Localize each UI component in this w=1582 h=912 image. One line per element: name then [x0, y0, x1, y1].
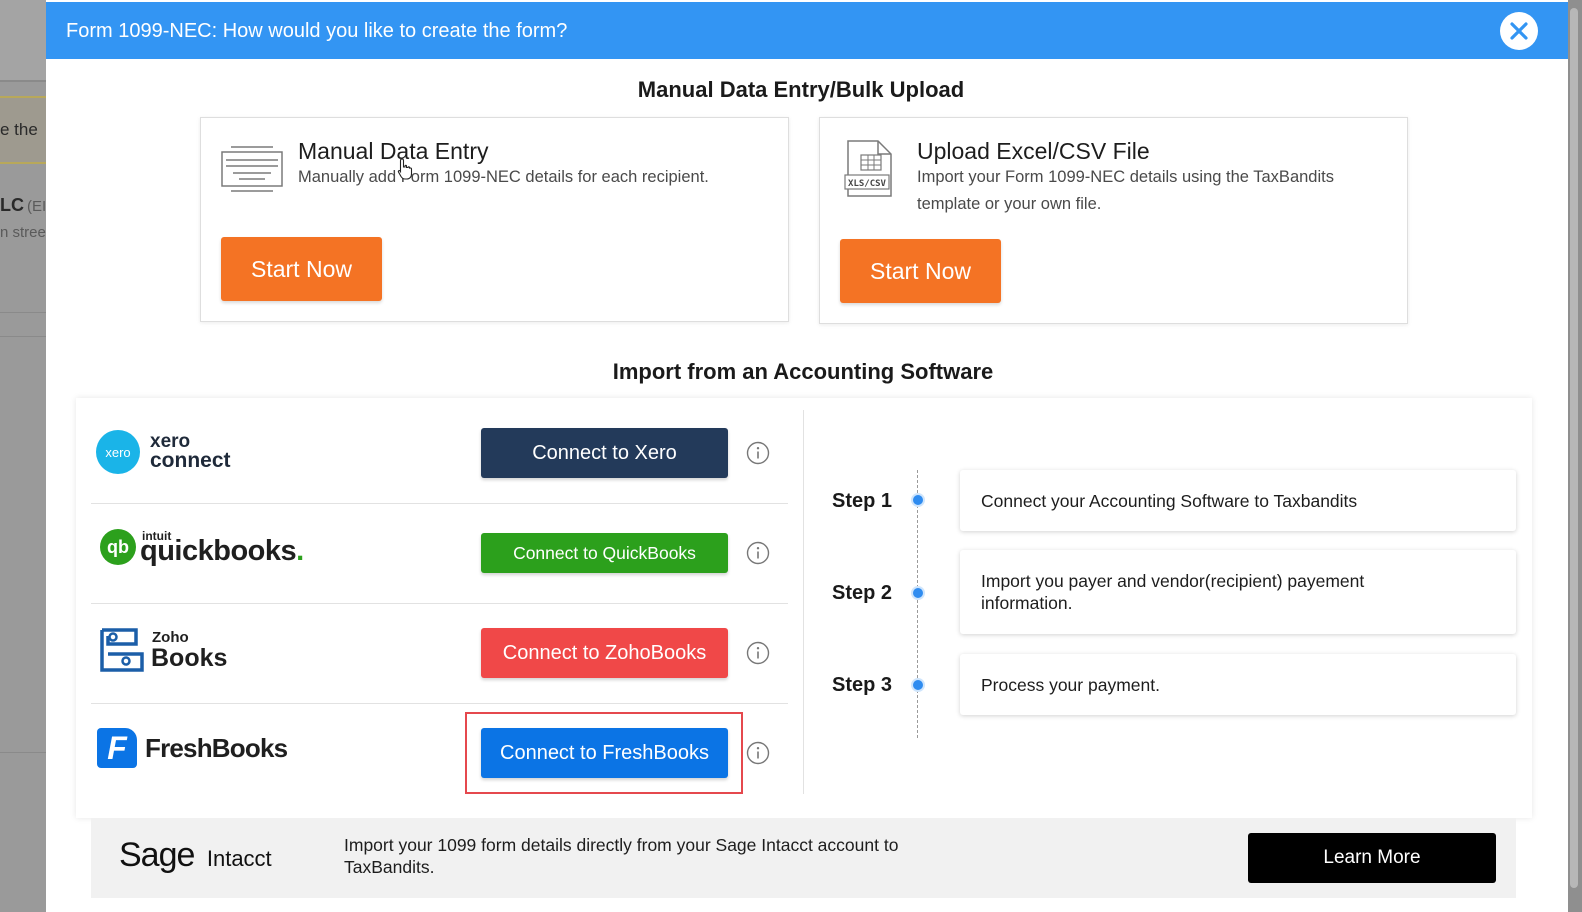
background-text: e the: [0, 120, 38, 139]
upload-file-start-button[interactable]: Start Now: [840, 239, 1001, 303]
connect-quickbooks-button[interactable]: Connect to QuickBooks: [481, 533, 728, 573]
accounting-section-title: Import from an Accounting Software: [612, 359, 994, 384]
zoho-books-logo: Zoho Books: [98, 626, 258, 676]
manual-entry-title: Manual Data Entry: [298, 138, 489, 164]
sage-logo-text: Sage: [119, 836, 195, 874]
step-1-box: Connect your Accounting Software to Taxb…: [960, 470, 1516, 531]
step-1-label: Step 1: [832, 490, 893, 512]
background-page: e the LC (EI n stree: [0, 0, 46, 912]
form-lines-icon: [221, 146, 283, 192]
info-icon[interactable]: [746, 541, 770, 565]
hand-cursor-icon: [397, 158, 413, 180]
upload-file-description: Import your Form 1099-NEC details using …: [917, 168, 1334, 213]
info-icon[interactable]: [746, 641, 770, 665]
intacct-logo-text: Intacct: [206, 846, 272, 871]
modal-header: Form 1099-NEC: How would you like to cre…: [46, 2, 1568, 59]
quickbooks-icon: qb: [100, 529, 136, 565]
step-1-dot: [911, 493, 925, 507]
xls-csv-file-icon: XLS/CSV: [844, 140, 892, 197]
quickbooks-logo-text: quickbooks.: [140, 535, 304, 568]
sage-intacct-description: Import your 1099 form details directly f…: [344, 835, 899, 877]
divider: [803, 410, 804, 794]
step-2-box: Import you payer and vendor(recipient) p…: [960, 550, 1516, 634]
xero-icon: xero: [96, 430, 140, 474]
xls-csv-label: XLS/CSV: [848, 179, 887, 189]
upload-file-card: XLS/CSV Upload Excel/CSV File Import you…: [819, 117, 1408, 324]
steps-timeline: [917, 470, 918, 738]
divider: [0, 312, 46, 313]
divider: [0, 336, 46, 337]
close-button[interactable]: [1500, 12, 1538, 50]
divider: [0, 752, 46, 753]
zoho-books-icon: [100, 628, 144, 672]
manual-entry-card: Manual Data Entry Manually add Form 1099…: [200, 117, 789, 322]
create-form-modal: Form 1099-NEC: How would you like to cre…: [46, 0, 1568, 912]
background-address: n stree: [0, 224, 46, 241]
step-3-box: Process your payment.: [960, 654, 1516, 715]
step-2-dot: [911, 586, 925, 600]
manual-section-title: Manual Data Entry/Bulk Upload: [637, 77, 965, 102]
background-company-ein: (EI: [27, 198, 46, 215]
freshbooks-icon: F: [97, 728, 137, 768]
info-icon[interactable]: [746, 741, 770, 765]
close-icon: [1510, 22, 1528, 40]
freshbooks-highlight-box: [465, 712, 743, 794]
step-3-label: Step 3: [832, 674, 893, 696]
freshbooks-logo: F FreshBooks: [97, 728, 297, 770]
xero-logo-text-2: connect: [150, 449, 231, 472]
step-2-label: Step 2: [832, 582, 893, 604]
learn-more-button[interactable]: Learn More: [1248, 833, 1496, 883]
step-3-dot: [911, 678, 925, 692]
background-company-name: LC: [0, 195, 24, 215]
manual-entry-description: Manually add Form 1099-NEC details for e…: [298, 168, 709, 186]
manual-entry-start-button[interactable]: Start Now: [221, 237, 382, 301]
scrollbar[interactable]: [1570, 8, 1578, 888]
quickbooks-logo: qb intuit quickbooks.: [100, 526, 320, 572]
quickbooks-wordmark: quickbooks: [140, 535, 297, 567]
freshbooks-logo-text: FreshBooks: [145, 733, 288, 763]
sage-intacct-bar: Sage Intacct Import your 1099 form detai…: [91, 818, 1516, 898]
info-icon[interactable]: [746, 441, 770, 465]
divider: [91, 603, 788, 604]
upload-file-title: Upload Excel/CSV File: [917, 138, 1150, 164]
divider: [91, 503, 788, 504]
connect-zohobooks-button[interactable]: Connect to ZohoBooks: [481, 628, 728, 678]
quickbooks-dot: .: [296, 535, 304, 567]
background-scrollbar-area: [1568, 0, 1582, 912]
xero-connect-logo: xero xero connect: [96, 428, 256, 476]
background-header: [0, 0, 46, 82]
modal-title: Form 1099-NEC: How would you like to cre…: [66, 20, 568, 42]
books-logo-text: Books: [151, 644, 228, 672]
connect-xero-button[interactable]: Connect to Xero: [481, 428, 728, 478]
divider: [91, 703, 788, 704]
sage-intacct-logo: Sage Intacct: [119, 836, 272, 875]
